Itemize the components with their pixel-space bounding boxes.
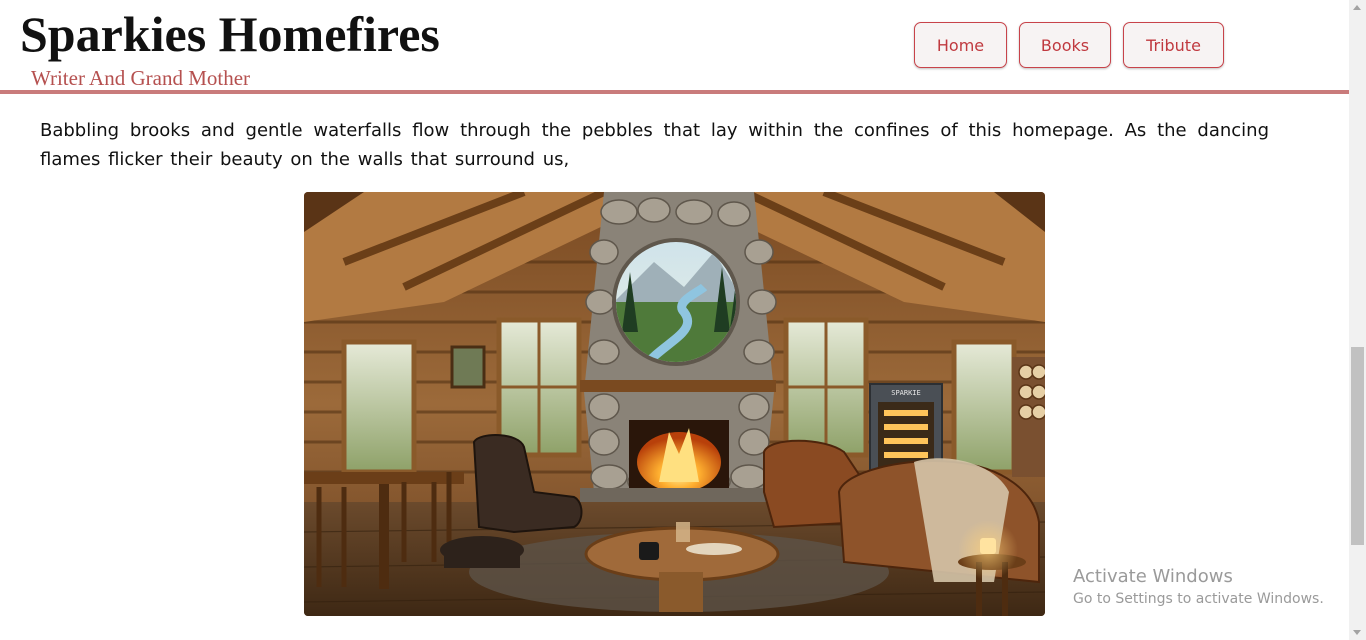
- header-divider: [0, 90, 1350, 94]
- site-header: Sparkies Homefires Writer And Grand Moth…: [0, 0, 1350, 92]
- site-subtitle: Writer And Grand Mother: [31, 66, 251, 90]
- vertical-scrollbar[interactable]: [1349, 0, 1366, 640]
- cabin-living-room-image: SPARKIE: [304, 192, 1045, 616]
- nav-books-button[interactable]: Books: [1019, 22, 1111, 68]
- site-title: Sparkies Homefires: [20, 6, 440, 62]
- activate-windows-watermark: Activate Windows Go to Settings to activ…: [1073, 566, 1324, 609]
- intro-paragraph: Babbling brooks and gentle waterfalls fl…: [40, 120, 1269, 170]
- nav-tribute-button[interactable]: Tribute: [1123, 22, 1224, 68]
- scroll-down-arrow-icon[interactable]: [1353, 630, 1361, 635]
- scrollbar-thumb[interactable]: [1351, 347, 1364, 545]
- main-nav: Home Books Tribute: [914, 22, 1224, 68]
- activate-windows-title: Activate Windows: [1073, 566, 1233, 587]
- scroll-up-arrow-icon[interactable]: [1353, 5, 1361, 10]
- cabinet-label: SPARKIE: [891, 389, 921, 397]
- nav-home-button[interactable]: Home: [914, 22, 1007, 68]
- page: Sparkies Homefires Writer And Grand Moth…: [0, 0, 1366, 640]
- activate-windows-subtitle: Go to Settings to activate Windows.: [1073, 591, 1324, 607]
